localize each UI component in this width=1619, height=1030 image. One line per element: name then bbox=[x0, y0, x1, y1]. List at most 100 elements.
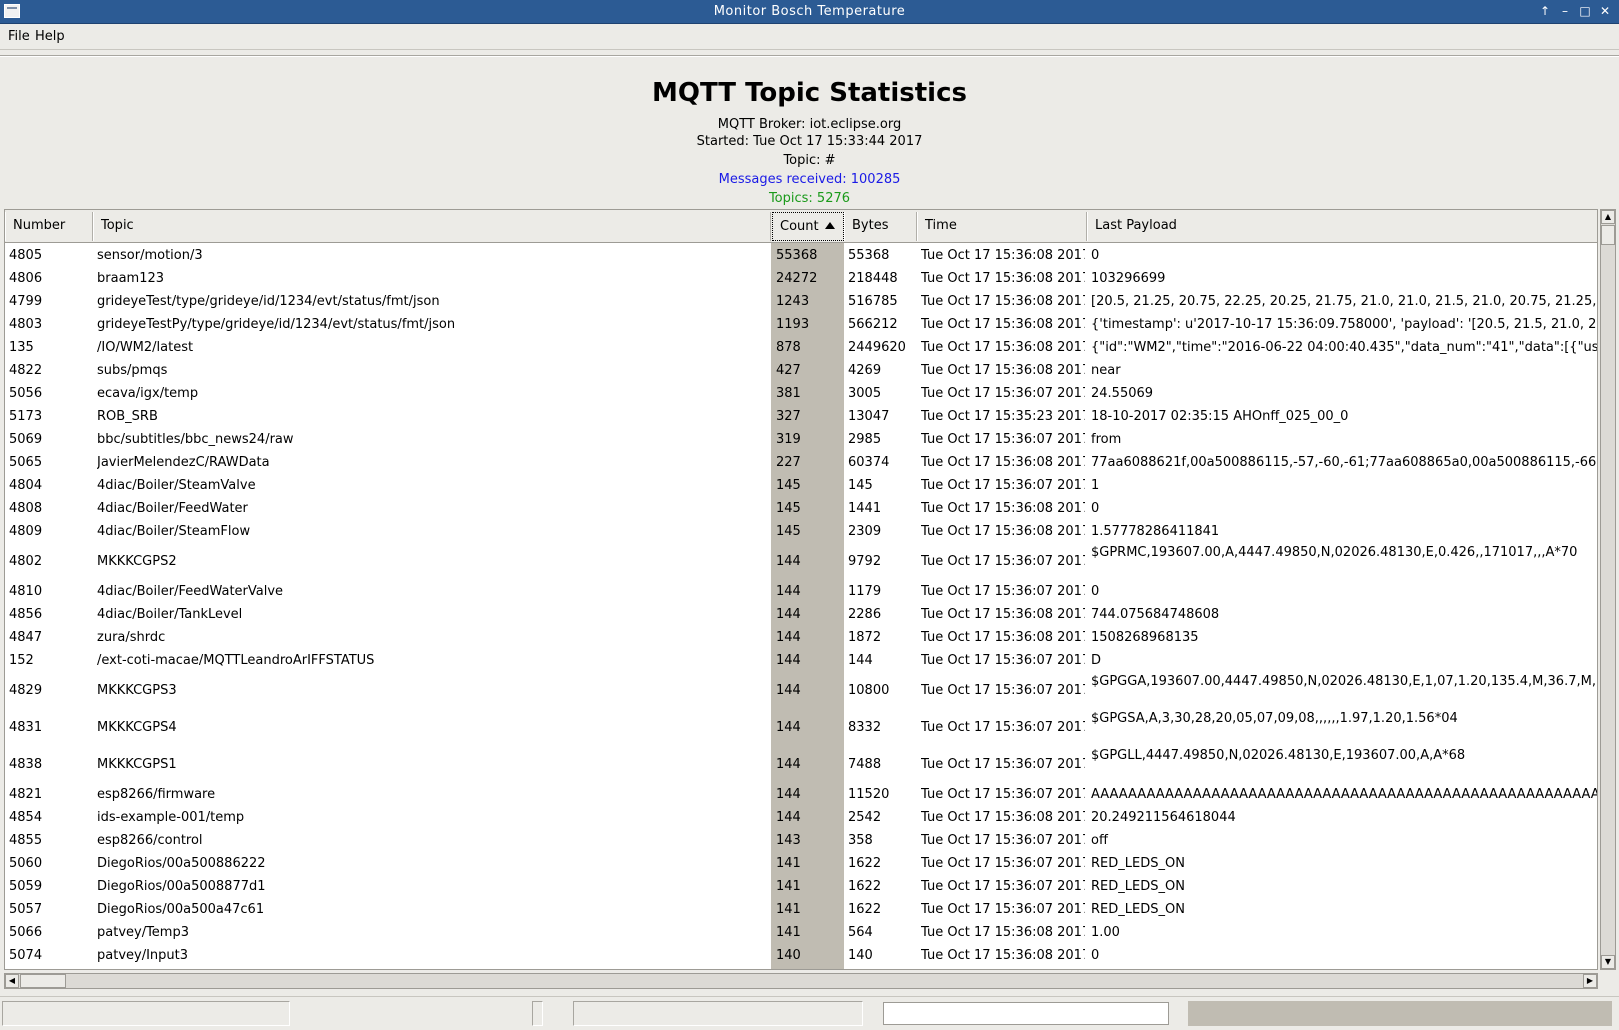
window-title: Monitor Bosch Temperature bbox=[713, 4, 906, 19]
column-number[interactable]: Number bbox=[5, 212, 93, 241]
vertical-scrollbar[interactable]: ▲ ▼ bbox=[1600, 209, 1616, 970]
cell-topic: patvey/Temp3 bbox=[97, 925, 189, 940]
table-row[interactable]: 4802 MKKKCGPS2 144 9792 Tue Oct 17 15:36:07 … bbox=[5, 543, 1597, 580]
maximize-icon[interactable]: □ bbox=[1577, 3, 1593, 20]
cell-number: 5074 bbox=[9, 948, 43, 963]
cell-count: 145 bbox=[776, 524, 801, 539]
table-row[interactable]: 4799 grideyeTest/type/grideye/id/1234/evt… bbox=[5, 290, 1597, 313]
table-row[interactable]: 4838 MKKKCGPS1 144 7488 Tue Oct 17 15:36:07 … bbox=[5, 746, 1597, 783]
page-title: MQTT Topic Statistics bbox=[652, 78, 967, 108]
table-row[interactable]: 5173 ROB_SRB 327 13047 Tue Oct 17 15:35:23 2… bbox=[5, 405, 1597, 428]
table-row[interactable]: 4831 MKKKCGPS4 144 8332 Tue Oct 17 15:36:07 … bbox=[5, 709, 1597, 746]
table-row[interactable]: 5069 bbc/subtitles/bbc_news24/raw 319 2985 T… bbox=[5, 428, 1597, 451]
cell-last-payload: RED_LEDS_ON bbox=[1091, 902, 1185, 917]
table-row[interactable]: 4809 4diac/Boiler/SteamFlow 145 2309 Tue Oct… bbox=[5, 520, 1597, 543]
table-row[interactable]: 4855 esp8266/control 143 358 Tue Oct 17 15:3… bbox=[5, 829, 1597, 852]
menu-file-label: File bbox=[8, 29, 30, 44]
column-count-label: Count bbox=[780, 219, 819, 234]
table-row[interactable]: 4804 4diac/Boiler/SteamValve 145 145 Tue Oct… bbox=[5, 474, 1597, 497]
table-row[interactable]: 4847 zura/shrdc 144 1872 Tue Oct 17 15:36:08… bbox=[5, 626, 1597, 649]
cell-bytes: 140 bbox=[848, 948, 873, 963]
table-row[interactable]: 4805 sensor/motion/3 55368 55368 Tue Oct 17 … bbox=[5, 244, 1597, 267]
cell-time: Tue Oct 17 15:36:08 2017 bbox=[921, 925, 1085, 940]
scroll-down-icon[interactable]: ▼ bbox=[1601, 955, 1615, 969]
cell-count: 144 bbox=[776, 683, 801, 698]
cell-time: Tue Oct 17 15:36:08 2017 bbox=[921, 630, 1085, 645]
table-row[interactable]: 4822 subs/pmqs 427 4269 Tue Oct 17 15:36:08 … bbox=[5, 359, 1597, 382]
table-row[interactable]: 5065 JavierMelendezC/RAWData 227 60374 Tue O… bbox=[5, 451, 1597, 474]
column-time[interactable]: Time bbox=[917, 212, 1087, 241]
cell-topic: 4diac/Boiler/SteamFlow bbox=[97, 524, 251, 539]
cell-time: Tue Oct 17 15:36:07 2017 bbox=[921, 879, 1085, 894]
cell-count: 144 bbox=[776, 787, 801, 802]
table-row[interactable]: 135/IO/WM2/latest 878 2449620 Tue Oct 17 15… bbox=[5, 336, 1597, 359]
cell-bytes: 1441 bbox=[848, 501, 882, 516]
table-row[interactable]: 5066 patvey/Temp3 141 564 Tue Oct 17 15:36:0… bbox=[5, 921, 1597, 944]
cell-number: 4804 bbox=[9, 478, 43, 493]
cell-time: Tue Oct 17 15:36:08 2017 bbox=[921, 248, 1085, 263]
menu-file[interactable]: File bbox=[8, 29, 30, 44]
cell-number: 4809 bbox=[9, 524, 43, 539]
column-topic[interactable]: Topic bbox=[93, 212, 771, 241]
table-row[interactable]: 4803 grideyeTestPy/type/grideye/id/1234/e… bbox=[5, 313, 1597, 336]
cell-number: 5060 bbox=[9, 856, 43, 871]
table-row[interactable]: 5074 patvey/Input3 140 140 Tue Oct 17 15:36:… bbox=[5, 944, 1597, 967]
scroll-up-icon[interactable]: ▲ bbox=[1601, 210, 1615, 224]
cell-bytes: 11520 bbox=[848, 787, 890, 802]
table-row[interactable]: 4829 MKKKCGPS3 144 10800 Tue Oct 17 15:36:07… bbox=[5, 672, 1597, 709]
cell-time: Tue Oct 17 15:36:07 2017 bbox=[921, 833, 1085, 848]
table-row[interactable]: 4810 4diac/Boiler/FeedWaterValve 144 1179 Tu… bbox=[5, 580, 1597, 603]
cell-number: 5059 bbox=[9, 879, 43, 894]
table-row[interactable]: 4856 4diac/Boiler/TankLevel 144 2286 Tue Oct… bbox=[5, 603, 1597, 626]
cell-bytes: 10800 bbox=[848, 683, 890, 698]
close-icon[interactable]: ✕ bbox=[1597, 3, 1613, 20]
cell-last-payload: 77aa6088621f,00a500886115,-57,-60,-61;77… bbox=[1091, 455, 1597, 470]
table-row[interactable]: 4808 4diac/Boiler/FeedWater 145 1441 Tue Oct… bbox=[5, 497, 1597, 520]
cell-time: Tue Oct 17 15:36:08 2017 bbox=[921, 501, 1085, 516]
scroll-right-icon[interactable]: ▶ bbox=[1583, 974, 1597, 988]
table-row[interactable]: 4806 braam123 24272 218448 Tue Oct 17 15:36:… bbox=[5, 267, 1597, 290]
cell-bytes: 2985 bbox=[848, 432, 882, 447]
column-number-label: Number bbox=[13, 218, 66, 233]
horizontal-scrollbar[interactable]: ◀ ▶ bbox=[4, 973, 1598, 989]
cell-last-payload: $GPRMC,193607.00,A,4447.49850,N,02026.48… bbox=[1091, 545, 1578, 560]
table-row[interactable]: 5060 DiegoRios/00a500886222 141 1622 Tue Oct… bbox=[5, 852, 1597, 875]
minimize-icon[interactable]: – bbox=[1557, 3, 1573, 20]
vertical-scroll-thumb[interactable] bbox=[1601, 225, 1615, 245]
column-bytes[interactable]: Bytes bbox=[844, 212, 917, 241]
scroll-left-icon[interactable]: ◀ bbox=[5, 974, 19, 988]
cell-topic: sensor/motion/3 bbox=[97, 248, 203, 263]
column-count[interactable]: Count bbox=[772, 212, 844, 241]
cell-number: 135 bbox=[9, 340, 34, 355]
status-bar bbox=[0, 996, 1619, 1030]
cell-topic: MKKKCGPS3 bbox=[97, 683, 177, 698]
cell-number: 5065 bbox=[9, 455, 43, 470]
cell-time: Tue Oct 17 15:36:07 2017 bbox=[921, 554, 1085, 569]
cell-last-payload: AAAAAAAAAAAAAAAAAAAAAAAAAAAAAAAAAAAAAAAA… bbox=[1091, 787, 1597, 802]
cell-last-payload: D bbox=[1091, 653, 1102, 668]
table-row[interactable]: 5056 ecava/igx/temp 381 3005 Tue Oct 17 15:3… bbox=[5, 382, 1597, 405]
started-label: Started: Tue Oct 17 15:33:44 2017 bbox=[696, 134, 923, 149]
cell-count: 319 bbox=[776, 432, 801, 447]
table-row[interactable]: 152/ext-coti-macae/MQTTLeandroArIFFSTATU… bbox=[5, 649, 1597, 672]
shade-icon[interactable]: ↑ bbox=[1537, 3, 1553, 20]
cell-topic: ids-example-001/temp bbox=[97, 810, 245, 825]
menu-bar: File Help bbox=[0, 24, 1619, 50]
status-segment-3 bbox=[573, 1001, 863, 1026]
cell-count: 427 bbox=[776, 363, 801, 378]
table-row[interactable]: 5057 DiegoRios/00a500a47c61 141 1622 Tue Oct… bbox=[5, 898, 1597, 921]
cell-number: 4810 bbox=[9, 584, 43, 599]
table-row[interactable]: 4821 esp8266/firmware 144 11520 Tue Oct 17 1… bbox=[5, 783, 1597, 806]
cell-bytes: 145 bbox=[848, 478, 873, 493]
status-input[interactable] bbox=[883, 1002, 1169, 1025]
cell-number: 4838 bbox=[9, 757, 43, 772]
cell-last-payload: 0 bbox=[1091, 501, 1100, 516]
menu-help-label: Help bbox=[35, 29, 65, 44]
horizontal-scroll-thumb[interactable] bbox=[20, 974, 66, 988]
table-row[interactable]: 5059 DiegoRios/00a5008877d1 141 1622 Tue Oct… bbox=[5, 875, 1597, 898]
menu-help[interactable]: Help bbox=[35, 29, 65, 44]
column-last-payload[interactable]: Last Payload bbox=[1087, 212, 1597, 241]
table-row[interactable]: 4854 ids-example-001/temp 144 2542 Tue Oct 1… bbox=[5, 806, 1597, 829]
cell-last-payload: $GPGLL,4447.49850,N,02026.48130,E,193607… bbox=[1091, 748, 1466, 763]
status-segment-1 bbox=[2, 1001, 290, 1026]
